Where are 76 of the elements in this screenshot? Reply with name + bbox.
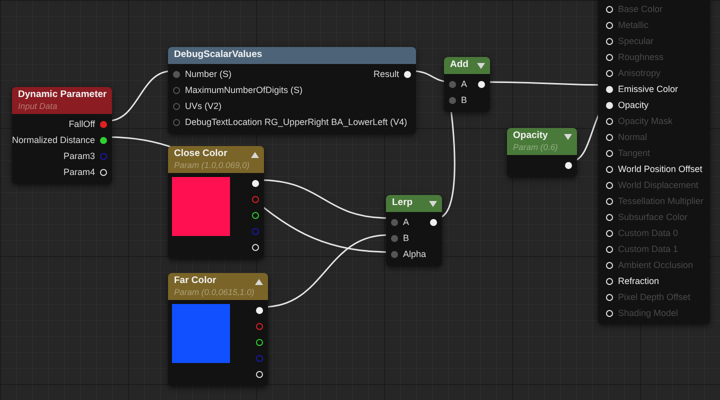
pin-label: Opacity Mask	[618, 116, 673, 126]
triangle-down-icon[interactable]	[564, 134, 572, 140]
pin-label: Normal	[618, 132, 648, 142]
pin-label: Emissive Color	[618, 84, 678, 94]
pin-dot[interactable]	[173, 86, 180, 94]
pin-dot[interactable]	[100, 152, 108, 160]
pin-dot[interactable]	[449, 96, 456, 104]
pin-label: Alpha	[403, 249, 426, 259]
pin-label: Ambient Occlusion	[618, 260, 694, 270]
pin-label: World Position Offset	[618, 164, 702, 174]
pin-dot[interactable]	[256, 322, 263, 330]
node-title: Add	[450, 59, 470, 71]
triangle-up-icon[interactable]	[251, 152, 259, 158]
pin-label: A	[403, 217, 410, 227]
pin-label: Normalized Distance	[12, 135, 96, 145]
pin-label: Custom Data 1	[618, 244, 678, 254]
pin-dot[interactable]	[391, 218, 398, 226]
pin-label: Number (S)	[185, 69, 232, 79]
pin-dot[interactable]	[391, 234, 398, 242]
pin-label: Shading Model	[618, 308, 678, 318]
node-subtitle: Param (1.0,0.069,0)	[174, 160, 251, 170]
pin-label: Param4	[64, 167, 96, 177]
pin-label: Roughness	[618, 52, 664, 62]
pin-label: Pixel Depth Offset	[618, 292, 690, 302]
pin-dot[interactable]	[173, 118, 180, 126]
pin-label: Result	[373, 69, 399, 79]
pin-dot[interactable]	[252, 212, 259, 218]
triangle-down-icon[interactable]	[477, 63, 485, 69]
pin-label: B	[461, 95, 468, 105]
pin-label: Subsurface Color	[618, 212, 688, 222]
pin-label: Tangent	[618, 148, 650, 158]
pin-label: Custom Data 0	[618, 228, 678, 238]
pin-dot[interactable]	[252, 196, 259, 202]
pin-label: UVs (V2)	[185, 101, 222, 111]
pin-label: A	[461, 79, 468, 89]
pin-dot[interactable]	[565, 162, 572, 168]
triangle-up-icon[interactable]	[255, 279, 263, 285]
pin-label: Base Color	[618, 4, 663, 14]
node-title: DebugScalarValues	[174, 49, 264, 61]
pin-label: Refraction	[618, 276, 660, 286]
node-title: Lerp	[392, 197, 414, 209]
pin-dot[interactable]	[252, 228, 259, 234]
pin-label: Opacity	[618, 100, 649, 110]
node-title: Opacity	[513, 130, 549, 142]
pin-dot[interactable]	[100, 136, 108, 144]
pin-dot[interactable]	[256, 354, 263, 362]
node-subtitle: Input Data	[18, 101, 58, 111]
node-subtitle: Param (0.0,0615,1.0)	[174, 287, 255, 297]
pin-dot[interactable]	[256, 338, 263, 346]
node-title: Dynamic Parameter	[18, 89, 107, 101]
pin-dot[interactable]	[173, 70, 180, 78]
pin-dot[interactable]	[173, 102, 180, 110]
pin-dot[interactable]	[606, 102, 613, 108]
pin-label: Anisotropy	[618, 68, 661, 78]
pin-dot[interactable]	[252, 180, 259, 186]
node-title: Close Color	[174, 148, 228, 160]
pin-label: B	[403, 233, 410, 243]
pin-dot[interactable]	[256, 306, 263, 314]
pin-label: World Displacement	[618, 180, 698, 190]
pin-label: FallOff	[68, 119, 96, 129]
pin-label: Param3	[64, 151, 96, 161]
pin-label: Specular	[618, 36, 654, 46]
pin-label: DebugTextLocation RG_UpperRight BA_LowerLeft (V4)	[185, 117, 408, 127]
pin-dot[interactable]	[478, 80, 485, 88]
node-title: Far Color	[174, 275, 218, 287]
pin-dot[interactable]	[391, 250, 398, 258]
pin-dot[interactable]	[449, 80, 456, 88]
pin-dot[interactable]	[606, 86, 613, 92]
pin-dot[interactable]	[100, 120, 108, 128]
node-subtitle: Param (0.6)	[513, 142, 559, 152]
pin-label: Tessellation Multiplier	[618, 196, 704, 206]
pin-label: MaximumNumberOfDigits (S)	[185, 85, 303, 95]
pin-label: Metallic	[618, 20, 649, 30]
pin-dot[interactable]	[404, 70, 411, 78]
pin-dot[interactable]	[430, 218, 437, 226]
triangle-down-icon[interactable]	[429, 201, 437, 207]
